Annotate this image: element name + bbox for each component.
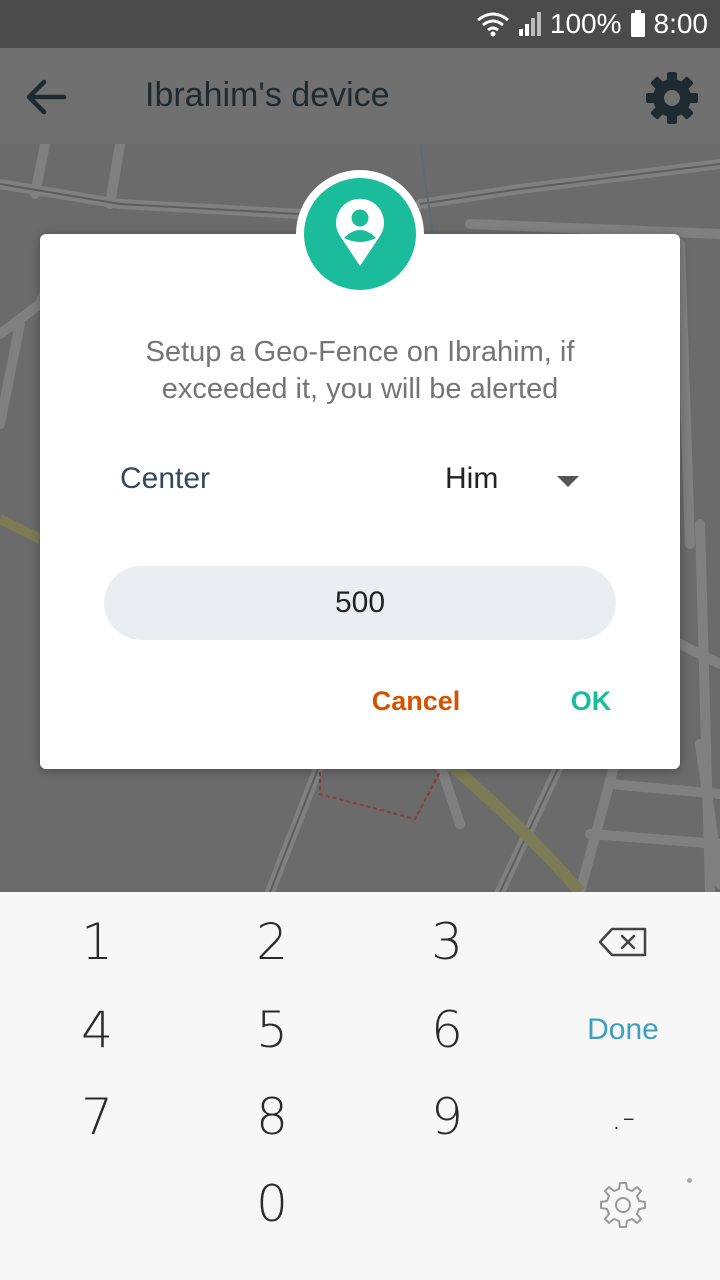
key-2[interactable]: 2 — [192, 902, 352, 982]
radius-input[interactable] — [104, 566, 616, 640]
backspace-icon — [598, 927, 647, 957]
clock: 8:00 — [653, 8, 709, 39]
status-icons: 100% 8:00 — [476, 0, 708, 48]
backspace-key[interactable] — [543, 902, 703, 982]
symbol-key[interactable]: .- — [543, 1077, 703, 1157]
wifi-icon — [476, 12, 509, 37]
center-dropdown[interactable]: Him — [445, 456, 595, 506]
dialog-message: Setup a Geo-Fence on Ibrahim, if exceede… — [145, 336, 575, 405]
gear-icon[interactable] — [644, 70, 700, 126]
page-title: Ibrahim's device — [145, 76, 390, 114]
key-6[interactable]: 6 — [367, 990, 527, 1070]
location-pin-badge — [296, 170, 424, 298]
done-key[interactable]: Done — [543, 990, 703, 1070]
center-dropdown-value: Him — [445, 462, 499, 495]
key-8[interactable]: 8 — [192, 1077, 352, 1157]
key-4[interactable]: 4 — [17, 990, 177, 1070]
app-bar: Ibrahim's device — [0, 48, 720, 144]
key-1[interactable]: 1 — [17, 902, 177, 982]
caret-down-icon — [557, 476, 579, 487]
numeric-keyboard: 1 2 3 4 5 6 Done 7 8 9 .- 0 — [0, 892, 720, 1280]
key-5[interactable]: 5 — [192, 990, 352, 1070]
key-9[interactable]: 9 — [367, 1077, 527, 1157]
key-0[interactable]: 0 — [192, 1164, 352, 1244]
status-bar: 100% 8:00 — [0, 0, 720, 48]
ok-button[interactable]: OK — [556, 686, 626, 730]
back-arrow-icon[interactable] — [20, 72, 70, 122]
key-3[interactable]: 3 — [367, 902, 527, 982]
location-pin-icon — [336, 198, 384, 266]
key-7[interactable]: 7 — [17, 1077, 177, 1157]
keyboard-indicator-dot — [687, 1178, 692, 1183]
keyboard-settings-key[interactable] — [543, 1164, 703, 1244]
center-label: Center — [120, 462, 211, 495]
battery-icon — [630, 10, 645, 37]
geo-fence-dialog: Setup a Geo-Fence on Ibrahim, if exceede… — [40, 234, 680, 769]
battery-percent: 100% — [549, 8, 622, 39]
cancel-button[interactable]: Cancel — [356, 686, 476, 730]
keyboard-settings-icon — [600, 1182, 646, 1228]
signal-icon — [518, 12, 541, 36]
